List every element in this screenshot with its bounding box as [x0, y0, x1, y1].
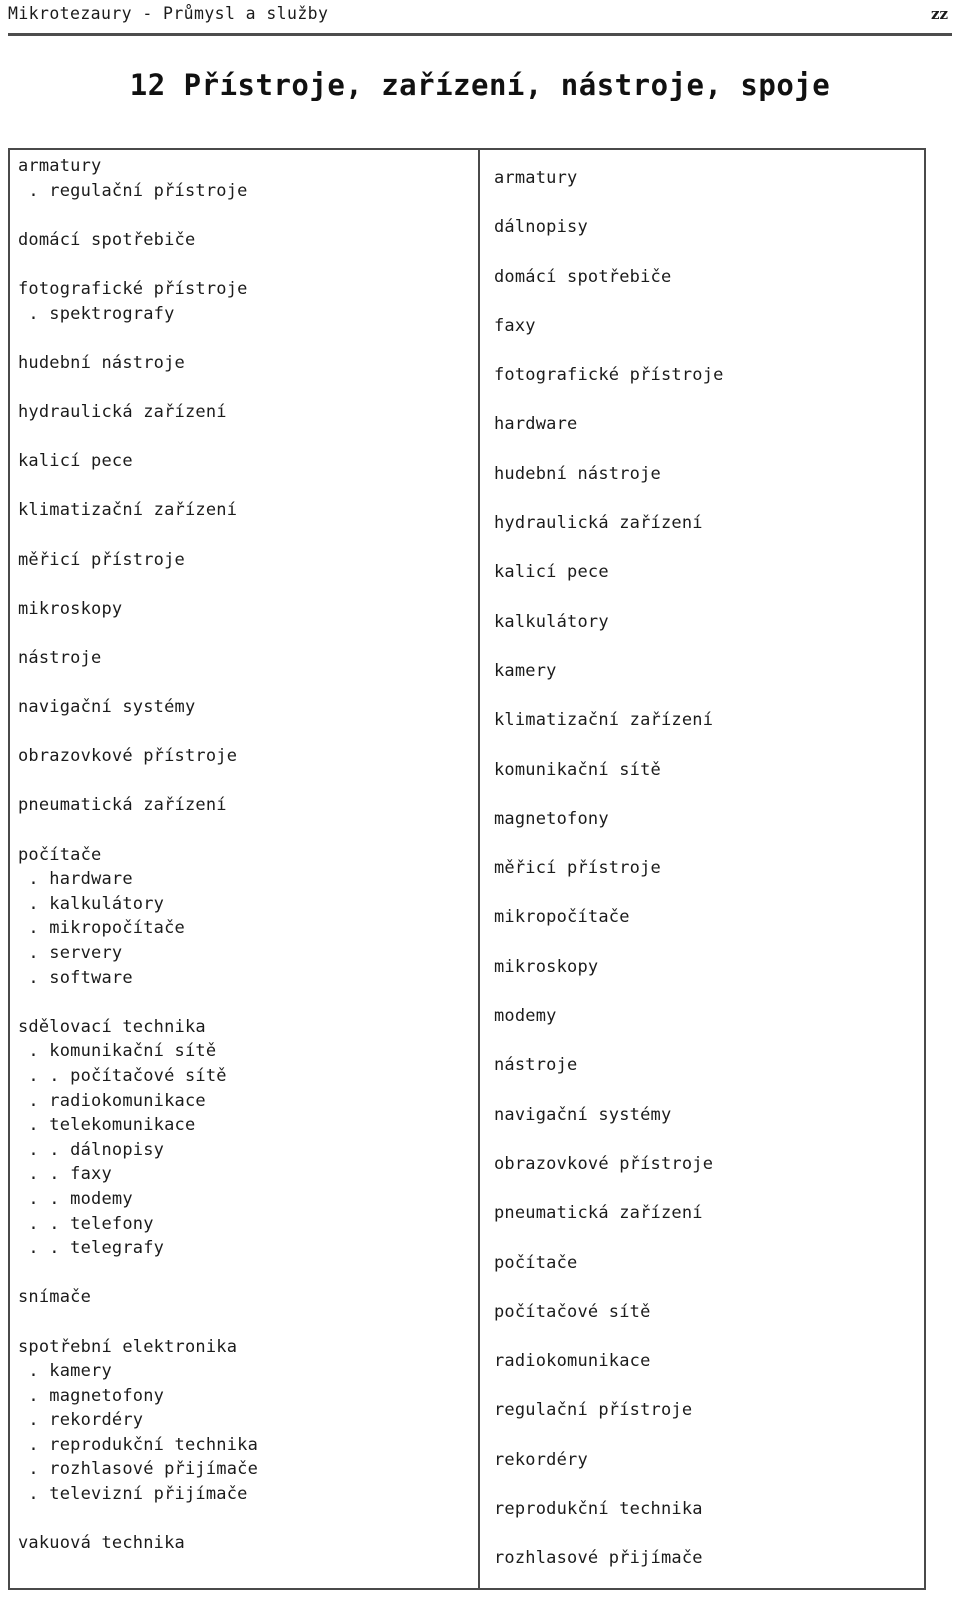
hierarchical-term[interactable]: . radiokomunikace	[18, 1089, 478, 1114]
hierarchical-term[interactable]: fotografické přístroje	[18, 277, 478, 302]
alphabetical-term[interactable]: hardware	[494, 400, 924, 449]
alphabetical-term[interactable]: navigační systémy	[494, 1091, 924, 1140]
hierarchical-term[interactable]: navigační systémy	[18, 695, 478, 720]
hierarchical-term[interactable]: vakuová technika	[18, 1531, 478, 1556]
hierarchical-term[interactable]: měřicí přístroje	[18, 548, 478, 573]
hierarchical-term[interactable]: kalicí pece	[18, 449, 478, 474]
alphabetical-term[interactable]: nástroje	[494, 1041, 924, 1090]
hierarchical-term-list: armatury . regulační přístroje domácí spo…	[18, 154, 478, 1556]
hierarchical-term[interactable]: hydraulická zařízení	[18, 400, 478, 425]
hierarchical-term[interactable]: . kalkulátory	[18, 892, 478, 917]
hierarchical-term[interactable]: obrazovkové přístroje	[18, 744, 478, 769]
hierarchical-term[interactable]: spotřební elektronika	[18, 1335, 478, 1360]
hierarchical-term[interactable]: hudební nástroje	[18, 351, 478, 376]
running-head-folio: zz	[930, 5, 948, 23]
hierarchical-term[interactable]: . rozhlasové přijímače	[18, 1457, 478, 1482]
alphabetical-term[interactable]: dálnopisy	[494, 203, 924, 252]
alphabetical-term[interactable]: rozhlasové přijímače	[494, 1534, 924, 1583]
hierarchical-term[interactable]: počítače	[18, 843, 478, 868]
alphabetical-term[interactable]: počítače	[494, 1239, 924, 1288]
hierarchical-term[interactable]: nástroje	[18, 646, 478, 671]
hierarchical-term[interactable]: . hardware	[18, 867, 478, 892]
hierarchical-column: armatury . regulační přístroje domácí spo…	[10, 150, 480, 1588]
running-head-title: Mikrotezaury - Průmysl a služby	[8, 4, 329, 23]
hierarchical-term[interactable]: armatury	[18, 154, 478, 179]
hierarchical-term[interactable]: . komunikační sítě	[18, 1039, 478, 1064]
alphabetical-term[interactable]: klimatizační zařízení	[494, 696, 924, 745]
hierarchical-term[interactable]: . regulační přístroje	[18, 179, 478, 204]
running-head: Mikrotezaury - Průmysl a služby zz	[8, 4, 948, 34]
alphabetical-term[interactable]: kamery	[494, 647, 924, 696]
alphabetical-term[interactable]: magnetofony	[494, 795, 924, 844]
hierarchical-term[interactable]: . televizní přijímače	[18, 1482, 478, 1507]
alphabetical-term[interactable]: fotografické přístroje	[494, 351, 924, 400]
hierarchical-term[interactable]: . . telefony	[18, 1212, 478, 1237]
alphabetical-term[interactable]: mikroskopy	[494, 943, 924, 992]
alphabetical-term[interactable]: kalicí pece	[494, 548, 924, 597]
hierarchical-term[interactable]: . magnetofony	[18, 1384, 478, 1409]
hierarchical-term[interactable]: . . modemy	[18, 1187, 478, 1212]
hierarchical-term[interactable]: . software	[18, 966, 478, 991]
hierarchical-term[interactable]: . spektrografy	[18, 302, 478, 327]
alphabetical-term[interactable]: mikropočítače	[494, 893, 924, 942]
hierarchical-term[interactable]: . servery	[18, 941, 478, 966]
alphabetical-term[interactable]: pneumatická zařízení	[494, 1189, 924, 1238]
hierarchical-term[interactable]: . . dálnopisy	[18, 1138, 478, 1163]
hierarchical-term[interactable]: . rekordéry	[18, 1408, 478, 1433]
hierarchical-term[interactable]: snímače	[18, 1285, 478, 1310]
alphabetical-term[interactable]: komunikační sítě	[494, 746, 924, 795]
hierarchical-term[interactable]: domácí spotřebiče	[18, 228, 478, 253]
hierarchical-term[interactable]: . reprodukční technika	[18, 1433, 478, 1458]
alphabetical-term[interactable]: radiokomunikace	[494, 1337, 924, 1386]
alphabetical-term[interactable]: kalkulátory	[494, 598, 924, 647]
alphabetical-term[interactable]: reprodukční technika	[494, 1485, 924, 1534]
alphabetical-column: armatury dálnopisy domácí spotřebiče faxy fo…	[480, 150, 924, 1588]
alphabetical-term[interactable]: hydraulická zařízení	[494, 499, 924, 548]
alphabetical-term[interactable]: počítačové sítě	[494, 1288, 924, 1337]
alphabetical-term[interactable]: hudební nástroje	[494, 450, 924, 499]
alphabetical-term[interactable]: domácí spotřebiče	[494, 253, 924, 302]
alphabetical-term[interactable]: rekordéry	[494, 1436, 924, 1485]
alphabetical-term[interactable]: regulační přístroje	[494, 1386, 924, 1435]
hierarchical-term[interactable]: sdělovací technika	[18, 1015, 478, 1040]
alphabetical-term[interactable]: faxy	[494, 302, 924, 351]
alphabetical-term-list: armatury dálnopisy domácí spotřebiče faxy fo…	[494, 154, 924, 1584]
hierarchical-term[interactable]: . . telegrafy	[18, 1236, 478, 1261]
hierarchical-term[interactable]: pneumatická zařízení	[18, 793, 478, 818]
hierarchical-term[interactable]: . kamery	[18, 1359, 478, 1384]
alphabetical-term[interactable]: armatury	[494, 154, 924, 203]
running-head-rule	[8, 33, 952, 36]
alphabetical-term[interactable]: modemy	[494, 992, 924, 1041]
alphabetical-term[interactable]: obrazovkové přístroje	[494, 1140, 924, 1189]
thesaurus-table: armatury . regulační přístroje domácí spo…	[8, 148, 926, 1590]
page-title: 12 Přístroje, zařízení, nástroje, spoje	[129, 68, 831, 102]
alphabetical-term[interactable]: měřicí přístroje	[494, 844, 924, 893]
hierarchical-term[interactable]: . telekomunikace	[18, 1113, 478, 1138]
hierarchical-term[interactable]: mikroskopy	[18, 597, 478, 622]
hierarchical-term[interactable]: . . počítačové sítě	[18, 1064, 478, 1089]
hierarchical-term[interactable]: . mikropočítače	[18, 916, 478, 941]
hierarchical-term[interactable]: . . faxy	[18, 1162, 478, 1187]
hierarchical-term[interactable]: klimatizační zařízení	[18, 498, 478, 523]
